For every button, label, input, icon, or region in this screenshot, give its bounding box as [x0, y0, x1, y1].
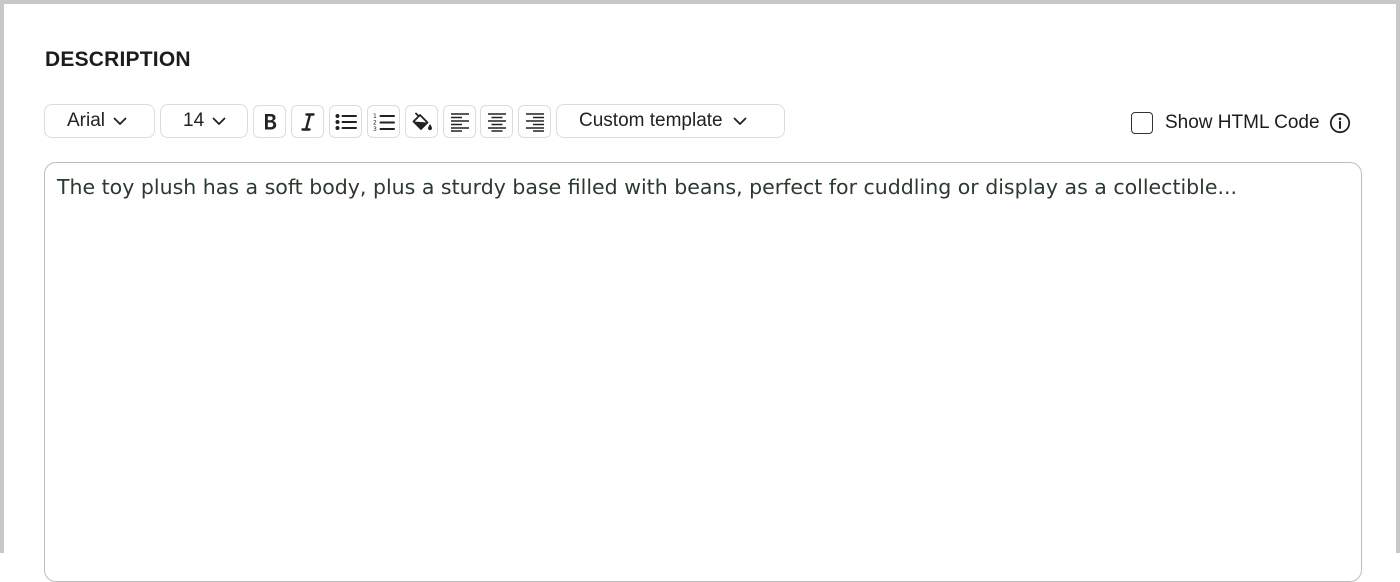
chevron-down-icon	[113, 117, 127, 126]
align-center-button[interactable]	[480, 105, 513, 138]
show-html-checkbox[interactable]	[1131, 112, 1153, 134]
font-size-value: 14	[183, 110, 205, 131]
section-title: DESCRIPTION	[45, 48, 191, 71]
chevron-down-icon	[733, 110, 747, 132]
info-icon[interactable]	[1329, 112, 1351, 134]
show-html-label[interactable]: Show HTML Code	[1165, 112, 1320, 134]
show-html-toggle: Show HTML Code	[1131, 109, 1351, 137]
description-editor[interactable]: The toy plush has a soft body, plus a st…	[44, 162, 1362, 582]
chevron-down-icon	[212, 117, 226, 126]
align-right-button[interactable]	[518, 105, 551, 138]
description-panel: DESCRIPTION Arial 14 1 2 3 Custom templa…	[0, 0, 1400, 582]
fill-color-button[interactable]	[405, 105, 438, 138]
editor-content[interactable]: The toy plush has a soft body, plus a st…	[57, 175, 1349, 199]
bulleted-list-icon	[335, 113, 357, 131]
italic-icon	[300, 112, 316, 132]
bold-button[interactable]	[253, 105, 286, 138]
bulleted-list-button[interactable]	[329, 105, 362, 138]
font-size-dropdown[interactable]: 14	[160, 104, 248, 138]
svg-text:3: 3	[373, 126, 377, 132]
align-left-button[interactable]	[443, 105, 476, 138]
align-center-icon	[487, 112, 507, 132]
numbered-list-button[interactable]: 1 2 3	[367, 105, 400, 138]
align-right-icon	[525, 112, 545, 132]
font-family-dropdown[interactable]: Arial	[44, 104, 155, 138]
template-value: Custom template	[579, 110, 723, 131]
font-family-value: Arial	[67, 110, 106, 131]
numbered-list-icon: 1 2 3	[373, 112, 395, 132]
template-dropdown[interactable]: Custom template	[556, 104, 785, 138]
italic-button[interactable]	[291, 105, 324, 138]
paint-bucket-icon	[411, 112, 433, 132]
bold-icon	[261, 112, 279, 132]
align-left-icon	[450, 112, 470, 132]
